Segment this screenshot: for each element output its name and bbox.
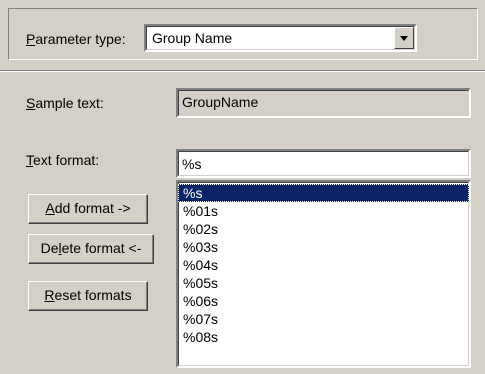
dropdown-button[interactable]: [394, 27, 414, 49]
format-option[interactable]: %04s: [178, 256, 469, 274]
format-option[interactable]: %03s: [178, 238, 469, 256]
format-option[interactable]: %s: [178, 184, 469, 202]
reset-formats-button[interactable]: Reset formats: [28, 281, 148, 311]
chevron-down-icon: [400, 36, 408, 41]
text-format-value: %s: [182, 156, 202, 172]
text-format-list[interactable]: %s %01s %02s %03s %04s %05s %06s %07s %08s: [176, 180, 471, 368]
parameter-format-dialog: Parameter type: Group Name Sample text: …: [0, 0, 485, 374]
format-option[interactable]: %02s: [178, 220, 469, 238]
format-option[interactable]: %07s: [178, 310, 469, 328]
text-format-label: Text format:: [26, 152, 100, 168]
sample-text-field: GroupName: [176, 88, 471, 118]
sample-text-label: Sample text:: [26, 95, 104, 111]
divider: [0, 70, 485, 72]
text-format-input[interactable]: %s: [176, 149, 471, 178]
parameter-type-value: Group Name: [152, 30, 233, 46]
add-format-button[interactable]: Add format ->: [28, 194, 148, 224]
parameter-type-select[interactable]: Group Name: [144, 24, 417, 52]
sample-text-value: GroupName: [182, 94, 259, 110]
parameter-type-label: Parameter type:: [26, 31, 126, 47]
format-option[interactable]: %05s: [178, 274, 469, 292]
format-option[interactable]: %01s: [178, 202, 469, 220]
delete-format-button[interactable]: Delete format <-: [28, 234, 154, 264]
format-options: %s %01s %02s %03s %04s %05s %06s %07s %08s: [178, 184, 469, 346]
format-option[interactable]: %08s: [178, 328, 469, 346]
format-option[interactable]: %06s: [178, 292, 469, 310]
